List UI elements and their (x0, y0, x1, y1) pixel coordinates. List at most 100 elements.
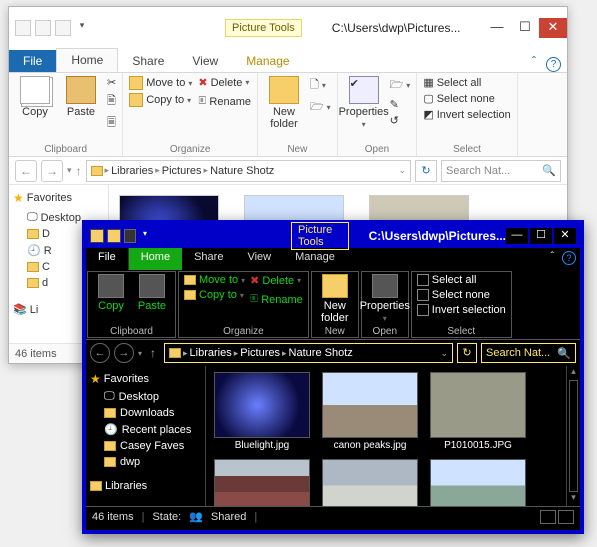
tab-home[interactable]: Home (129, 248, 182, 270)
copyto-button[interactable]: Copy to▾ (184, 289, 245, 301)
crumb[interactable]: Pictures (240, 347, 280, 359)
selectnone-button[interactable]: Select none (417, 289, 506, 301)
properties-button[interactable]: Properties▾ (367, 274, 403, 323)
close-button[interactable]: ✕ (539, 18, 567, 38)
tab-file[interactable]: File (9, 50, 56, 72)
forward-button[interactable]: → (114, 343, 134, 363)
favorites-header[interactable]: ★Favorites (90, 372, 201, 386)
qat-btn[interactable] (124, 229, 136, 243)
file-item[interactable]: canon peaks.jpg (320, 372, 420, 451)
forward-button[interactable]: → (41, 160, 63, 182)
qat-dropdown-icon[interactable]: ▾ (75, 20, 89, 36)
recent-dropdown-icon[interactable]: ▾ (138, 349, 142, 358)
file-item[interactable] (428, 459, 528, 506)
breadcrumb[interactable]: ▸ Libraries▸ Pictures▸ Nature Shotz ⌄ (164, 343, 453, 363)
selectnone-button[interactable]: ▢Select none (423, 92, 510, 105)
crumb-dropdown-icon[interactable]: ⌄ (398, 165, 406, 176)
crumb-dropdown-icon[interactable]: ⌄ (440, 348, 448, 359)
file-item[interactable]: P1010015.JPG (428, 372, 528, 451)
selectall-button[interactable]: ▦Select all (423, 76, 510, 89)
scroll-down-icon[interactable]: ▾ (567, 492, 580, 506)
properties-button[interactable]: ✔Properties▾ (344, 76, 384, 129)
details-view-button[interactable] (540, 510, 556, 524)
sidebar-item[interactable]: Casey Faves (90, 438, 201, 454)
invert-button[interactable]: ◩Invert selection (423, 108, 510, 121)
tab-share[interactable]: Share (182, 248, 235, 270)
rename-button[interactable]: 🗉Rename (250, 290, 303, 309)
minimize-button[interactable]: — (483, 18, 511, 38)
search-input[interactable]: Search Nat...🔍 (441, 160, 561, 182)
tab-share[interactable]: Share (118, 50, 178, 72)
tab-home[interactable]: Home (56, 48, 118, 72)
back-button[interactable]: ← (15, 160, 37, 182)
file-item[interactable] (212, 459, 312, 506)
newitem-button[interactable]: 🗋▾ (310, 76, 331, 95)
easyaccess-button[interactable]: 🗁▾ (310, 98, 331, 117)
moveto-button[interactable]: Move to▾ (129, 76, 192, 90)
history-button[interactable]: ↺ (390, 114, 411, 127)
qat-btn[interactable] (15, 20, 31, 36)
refresh-button[interactable]: ↻ (415, 160, 437, 182)
crumb[interactable]: Libraries (111, 165, 153, 177)
crumb[interactable]: Nature Shotz (210, 165, 274, 177)
minimize-button[interactable]: — (506, 228, 528, 244)
up-button[interactable]: ↑ (146, 346, 160, 360)
copy-button[interactable]: Copy (15, 76, 55, 118)
ribbon-collapse-icon[interactable]: ˆ (524, 50, 544, 72)
thumbnails-view-button[interactable] (558, 510, 574, 524)
favorites-header[interactable]: ★Favorites (13, 191, 104, 205)
back-button[interactable]: ← (90, 343, 110, 363)
delete-button[interactable]: ✖Delete▾ (198, 76, 251, 89)
close-button[interactable]: ✕ (554, 228, 576, 244)
newfolder-button[interactable]: New folder (317, 274, 353, 324)
search-input[interactable]: Search Nat...🔍 (481, 343, 576, 363)
copyto-button[interactable]: Copy to▾ (129, 93, 192, 107)
help-icon[interactable]: ? (546, 57, 561, 72)
rename-button[interactable]: 🗉Rename (198, 92, 251, 111)
copypath-button[interactable]: 🗎 (107, 92, 116, 111)
cut-button[interactable]: ✂ (107, 76, 116, 89)
items-view[interactable]: Bluelight.jpg canon peaks.jpg P1010015.J… (206, 366, 566, 506)
sidebar-item[interactable]: 🕘Recent places (90, 421, 201, 438)
edit-button[interactable]: ✎ (390, 98, 411, 111)
crumb[interactable]: Libraries (190, 347, 232, 359)
pasteshortcut-button[interactable]: 🗏 (107, 114, 116, 133)
libraries-header[interactable]: Libraries (90, 480, 201, 492)
up-button[interactable]: ↑ (76, 164, 82, 178)
qat-btn[interactable] (35, 20, 51, 36)
file-item[interactable]: Bluelight.jpg (212, 372, 312, 451)
recent-dropdown-icon[interactable]: ▾ (67, 165, 72, 176)
qat-btn[interactable] (90, 229, 104, 243)
selectall-button[interactable]: Select all (417, 274, 506, 286)
tab-manage[interactable]: Manage (232, 50, 303, 72)
newfolder-button[interactable]: New folder (264, 76, 304, 130)
crumb[interactable]: Pictures (162, 165, 202, 177)
moveto-button[interactable]: Move to▾ (184, 274, 245, 286)
file-item[interactable] (320, 459, 420, 506)
help-icon[interactable]: ? (562, 251, 576, 265)
tab-manage[interactable]: Manage (283, 248, 347, 270)
ribbon-collapse-icon[interactable]: ˆ (545, 248, 560, 270)
paste-button[interactable]: Paste (61, 76, 101, 118)
invert-button[interactable]: Invert selection (417, 304, 506, 316)
sidebar-item[interactable]: Downloads (90, 405, 201, 421)
qat-btn[interactable] (107, 229, 121, 243)
maximize-button[interactable]: ☐ (511, 18, 539, 38)
tab-view[interactable]: View (235, 248, 283, 270)
sidebar-item[interactable]: dwp (90, 454, 201, 470)
qat-dropdown-icon[interactable]: ▾ (139, 229, 151, 243)
scrollbar[interactable]: ▴ ▾ (566, 366, 580, 506)
sidebar-item[interactable]: 🖵Desktop (90, 388, 201, 405)
refresh-button[interactable]: ↻ (457, 343, 477, 363)
paste-button[interactable]: Paste (134, 274, 170, 312)
scroll-track[interactable] (569, 380, 578, 492)
maximize-button[interactable]: ☐ (530, 228, 552, 244)
copy-button[interactable]: Copy (93, 274, 129, 312)
open-button[interactable]: 🗁▾ (390, 76, 411, 95)
tab-file[interactable]: File (86, 248, 129, 270)
scroll-up-icon[interactable]: ▴ (567, 366, 580, 380)
crumb[interactable]: Nature Shotz (289, 347, 353, 359)
qat-btn[interactable] (55, 20, 71, 36)
tab-view[interactable]: View (178, 50, 232, 72)
breadcrumb[interactable]: ▸ Libraries▸ Pictures▸ Nature Shotz ⌄ (86, 160, 411, 182)
